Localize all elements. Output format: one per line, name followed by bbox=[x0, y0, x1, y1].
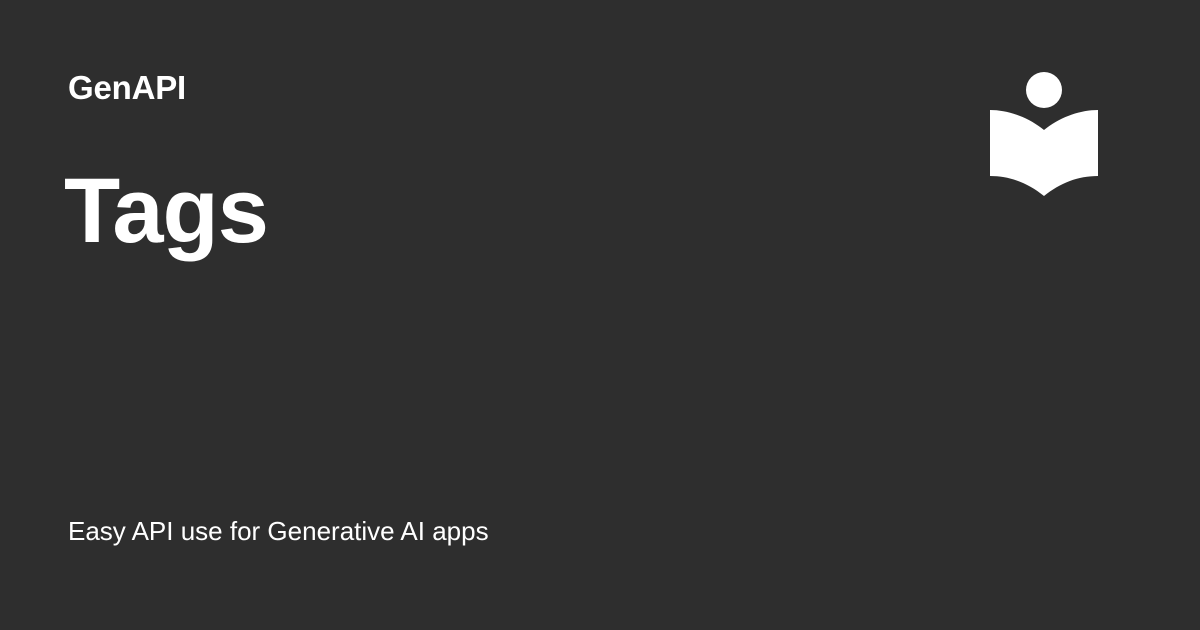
social-card: GenAPI Tags Easy API use for Generative … bbox=[0, 0, 1200, 630]
tagline: Easy API use for Generative AI apps bbox=[68, 516, 489, 546]
site-name: GenAPI bbox=[68, 69, 186, 106]
page-title: Tags bbox=[64, 160, 269, 262]
reading-person-book-icon bbox=[988, 70, 1100, 198]
